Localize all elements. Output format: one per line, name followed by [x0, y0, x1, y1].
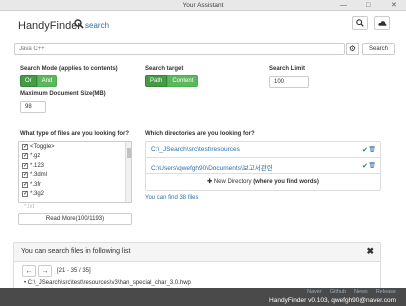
new-directory-hint: (where you find words) — [253, 179, 319, 185]
file-types-label: What type of files are you looking for? — [20, 131, 130, 137]
search-icon — [356, 19, 364, 27]
title-bar: Your Assistant — □ ✕ — [0, 0, 406, 11]
search-row: ⚙ Search — [14, 43, 395, 55]
file-type-label: *.3dml — [30, 172, 48, 179]
search-icon — [74, 19, 84, 29]
pager: ← → [21 - 35 / 35] — [22, 265, 91, 277]
file-type-label: *.gz — [30, 153, 41, 160]
trash-icon[interactable]: 🗑 — [368, 146, 376, 153]
cloud-button[interactable] — [374, 16, 390, 30]
new-directory-button[interactable]: ✚ New Directory (where you find words) — [146, 174, 380, 190]
list-item[interactable]: *.3fr — [19, 180, 131, 190]
search-target-group: Path Content — [145, 75, 199, 87]
directory-row: C:\_JSearch\src\test\resources ✔ 🗑 — [146, 142, 380, 158]
arrow-right-icon: → — [41, 267, 49, 275]
checkbox[interactable] — [22, 143, 28, 150]
footer-link-news[interactable]: News — [354, 289, 368, 295]
checkbox[interactable] — [22, 162, 28, 169]
file-type-faded: *.txt — [24, 204, 35, 210]
brand-name: HandyFinder — [18, 20, 81, 32]
author-email: qwefgh90@naver.com — [331, 297, 396, 304]
page-range: [21 - 35 / 35] — [57, 268, 91, 274]
prev-page-button[interactable]: ← — [22, 265, 36, 277]
mode-and-button[interactable]: And — [36, 75, 58, 87]
file-type-label: *.3g2 — [30, 191, 45, 198]
results-title: You can search files in following list — [21, 248, 131, 255]
list-item[interactable]: *.3g2 — [19, 190, 131, 200]
file-list-scrollbar[interactable] — [125, 142, 131, 202]
footer-link-naver[interactable]: Naver — [307, 289, 322, 295]
file-type-label: <Toggle> — [30, 143, 55, 150]
footer-links: Naver Github News Release — [299, 289, 396, 295]
found-count: You can find 38 files — [145, 195, 199, 201]
directories-label: Which directories are you looking for? — [145, 131, 255, 137]
plus-icon: ✚ — [207, 179, 213, 185]
scrollbar-thumb[interactable] — [127, 148, 131, 158]
footer-link-github[interactable]: Github — [330, 289, 346, 295]
search-limit-input[interactable]: 100 — [269, 76, 309, 88]
close-icon[interactable]: ✖ — [366, 246, 374, 257]
footer-link-release[interactable]: Release — [376, 289, 396, 295]
file-type-label: *.123 — [30, 162, 45, 169]
footer: Naver Github News Release HandyFinder v0… — [0, 288, 406, 306]
close-button[interactable]: ✕ — [391, 1, 397, 10]
checkbox[interactable] — [22, 152, 28, 160]
header-search-button[interactable] — [352, 16, 368, 30]
search-mode-label: Search Mode (applies to contents) — [20, 66, 118, 72]
brand-search-label: search — [85, 21, 110, 30]
search-input[interactable] — [14, 43, 345, 55]
result-path[interactable]: C:\_JSearch\src\test\resources\v3\han_sp… — [28, 280, 191, 286]
checkbox[interactable] — [22, 190, 28, 198]
settings-button[interactable]: ⚙ — [346, 43, 359, 55]
results-panel-header: You can search files in following list ✖ — [13, 242, 381, 262]
brand-search: search — [74, 18, 109, 30]
mode-or-button[interactable]: Or — [20, 75, 37, 87]
minimize-button[interactable]: — — [340, 1, 347, 10]
maximize-button[interactable]: □ — [366, 1, 370, 10]
footer-version: HandyFinder v0.103, qwefgh90@naver.com — [269, 297, 396, 304]
check-icon[interactable]: ✔ — [362, 162, 368, 170]
search-mode-group: Or And — [20, 75, 58, 87]
list-item[interactable]: <Toggle> — [19, 142, 131, 152]
directory-path[interactable]: C:\_JSearch\src\test\resources — [151, 146, 240, 153]
read-more-button[interactable]: Read More(100/1193) — [18, 213, 132, 225]
file-type-label: *.3fr — [30, 181, 42, 188]
gear-icon: ⚙ — [348, 44, 357, 53]
search-limit-label: Search Limit — [269, 66, 306, 72]
list-item[interactable]: *.123 — [19, 161, 131, 171]
target-path-button[interactable]: Path — [145, 75, 168, 87]
trash-icon[interactable]: 🗑 — [368, 162, 376, 169]
version-label: HandyFinder v0.103 — [269, 297, 328, 304]
results-panel-body: ← → [21 - 35 / 35] • C:\_JSearch\src\tes… — [13, 262, 381, 288]
result-item[interactable]: • C:\_JSearch\src\test\resources\v3\han_… — [24, 280, 191, 286]
new-directory-label: New Directory — [213, 179, 252, 185]
list-item[interactable]: *.gz — [19, 152, 131, 162]
search-button[interactable]: Search — [362, 43, 395, 55]
arrow-left-icon: ← — [25, 267, 33, 275]
check-icon[interactable]: ✔ — [362, 146, 368, 154]
search-target-label: Search target — [145, 66, 184, 72]
list-item[interactable]: *.3dml — [19, 171, 131, 181]
directory-list: C:\_JSearch\src\test\resources ✔ 🗑 C:\Us… — [145, 141, 381, 191]
target-content-button[interactable]: Content — [167, 75, 199, 87]
directory-path[interactable]: C:\Users\qwefgh90\Documents\보고서관련 — [151, 162, 273, 172]
max-size-input[interactable]: 98 — [20, 101, 46, 113]
next-page-button[interactable]: → — [38, 265, 52, 277]
max-size-label: Maximum Document Size(MB) — [20, 91, 106, 97]
checkbox[interactable] — [22, 171, 28, 179]
cloud-icon — [377, 20, 386, 26]
file-type-list[interactable]: <Toggle> *.gz *.123 *.3dml *.3fr *.3g2 — [18, 141, 132, 203]
checkbox[interactable] — [22, 181, 28, 188]
directory-row: C:\Users\qwefgh90\Documents\보고서관련 ✔ 🗑 — [146, 158, 380, 174]
